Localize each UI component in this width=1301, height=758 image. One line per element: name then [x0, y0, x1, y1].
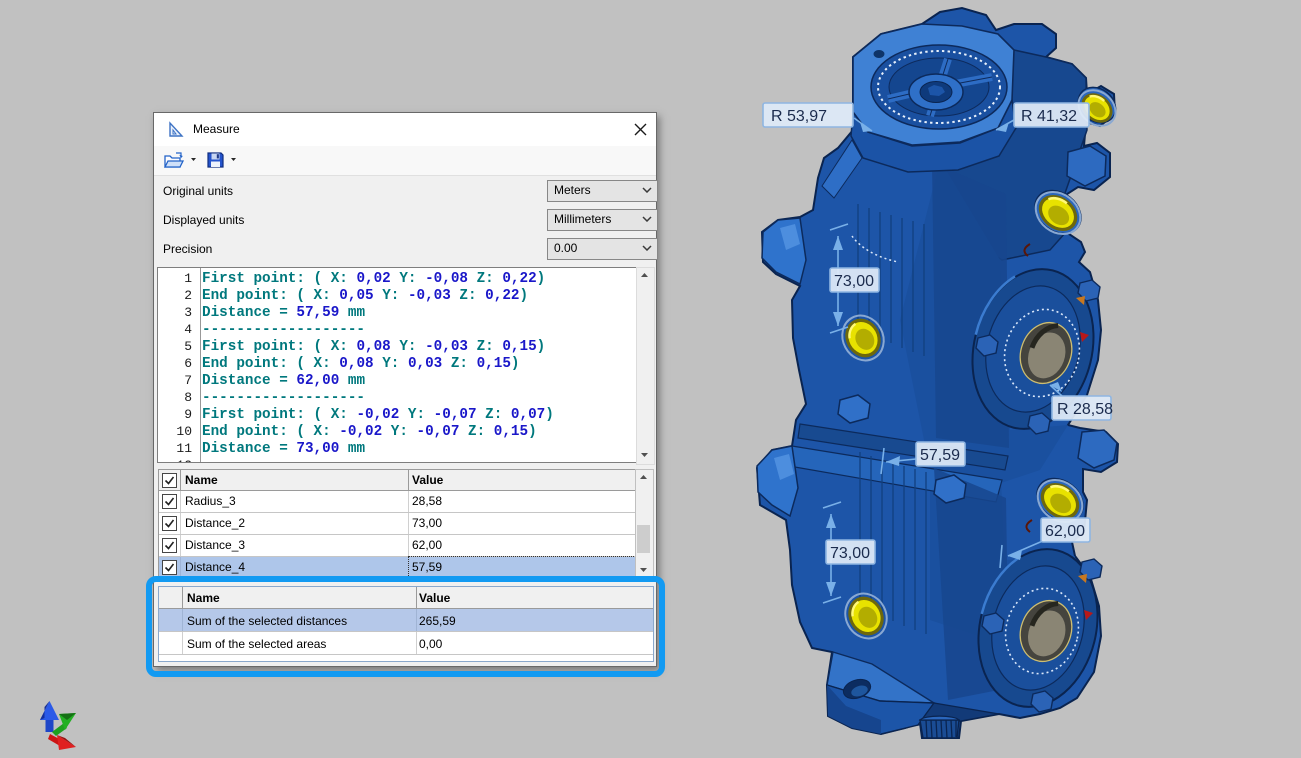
svg-text:R 41,32: R 41,32: [1021, 108, 1077, 125]
svg-text:62,00: 62,00: [1045, 523, 1085, 540]
svg-text:R 28,58: R 28,58: [1057, 401, 1113, 418]
svg-text:73,00: 73,00: [830, 545, 870, 562]
svg-text:57,59: 57,59: [920, 447, 960, 464]
svg-text:R 53,97: R 53,97: [771, 108, 827, 125]
svg-text:73,00: 73,00: [834, 273, 874, 290]
